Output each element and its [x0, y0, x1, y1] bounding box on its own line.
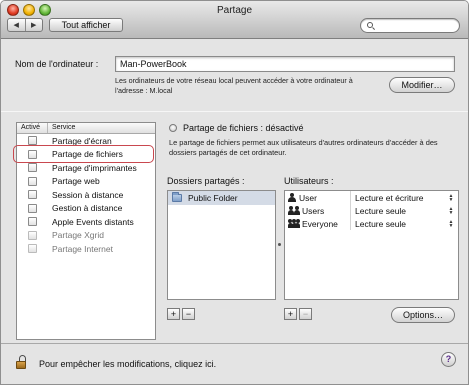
search-field[interactable]: [360, 18, 460, 33]
service-row-remote-apple-events[interactable]: Apple Events distants: [17, 215, 155, 229]
lock-message: Pour empêcher les modifications, cliquez…: [39, 359, 217, 369]
user-name: Everyone: [302, 218, 338, 229]
service-label: Gestion à distance: [52, 203, 123, 214]
help-button[interactable]: ?: [441, 352, 456, 367]
window-title: Partage: [216, 5, 253, 16]
add-folder-button[interactable]: +: [167, 308, 180, 320]
service-checkbox[interactable]: [28, 190, 37, 200]
computer-name-field[interactable]: Man-PowerBook: [115, 56, 455, 72]
service-row-printer-sharing[interactable]: Partage d'imprimantes: [17, 161, 155, 175]
lock-icon[interactable]: [16, 355, 27, 369]
splitter-handle[interactable]: [278, 243, 281, 246]
service-checkbox[interactable]: [28, 217, 37, 227]
search-icon: [367, 22, 373, 28]
permission-value[interactable]: Lecture seule: [351, 219, 447, 229]
service-status-title: Partage de fichiers : désactivé: [183, 123, 304, 133]
options-button[interactable]: Options…: [391, 307, 455, 323]
back-forward-buttons: ◀ ▶: [7, 18, 43, 32]
service-label: Partage Internet: [52, 243, 113, 254]
single-user-icon: [288, 193, 297, 202]
column-header-enabled[interactable]: Activé: [17, 123, 48, 133]
service-checkbox[interactable]: [28, 136, 37, 146]
column-header-service[interactable]: Service: [48, 123, 75, 133]
user-name-cell: Everyone: [285, 217, 351, 230]
service-row-remote-login[interactable]: Session à distance: [17, 188, 155, 202]
service-checkbox[interactable]: [28, 163, 37, 173]
user-row[interactable]: User Lecture et écriture ▲ ▼: [285, 191, 458, 204]
service-status-description: Le partage de fichiers permet aux utilis…: [169, 138, 438, 157]
permission-value[interactable]: Lecture et écriture: [351, 193, 447, 203]
permission-value[interactable]: Lecture seule: [351, 206, 447, 216]
user-row[interactable]: Users Lecture seule ▲ ▼: [285, 204, 458, 217]
remove-user-button[interactable]: −: [299, 308, 312, 320]
show-all-button[interactable]: Tout afficher: [49, 18, 123, 32]
user-name-cell: Users: [285, 204, 351, 217]
service-label: Partage d'imprimantes: [52, 162, 137, 173]
service-label: Partage Xgrid: [52, 230, 104, 241]
permission-stepper-icon[interactable]: ▲ ▼: [447, 206, 455, 215]
service-label: Partage web: [52, 176, 100, 187]
folder-name: Public Folder: [188, 193, 238, 203]
computer-name-label: Nom de l'ordinateur :: [15, 59, 99, 69]
permission-stepper-icon[interactable]: ▲ ▼: [447, 193, 455, 202]
user-name: User: [299, 192, 317, 203]
add-user-button[interactable]: +: [284, 308, 297, 320]
service-label: Session à distance: [52, 189, 124, 200]
remove-folder-button[interactable]: −: [182, 308, 195, 320]
service-label: Apple Events distants: [52, 216, 134, 227]
forward-arrow-icon[interactable]: ▶: [24, 19, 43, 31]
service-checkbox[interactable]: [28, 230, 37, 240]
title-bar: Partage ◀ ▶ Tout afficher: [1, 1, 468, 39]
user-name: Users: [302, 205, 325, 216]
service-row-xgrid-sharing[interactable]: Partage Xgrid: [17, 229, 155, 243]
status-indicator-icon: [169, 124, 177, 132]
user-name-cell: User: [285, 191, 351, 204]
selection-highlight: [13, 145, 154, 163]
modify-button[interactable]: Modifier…: [389, 77, 455, 93]
service-row-remote-management[interactable]: Gestion à distance: [17, 202, 155, 216]
computer-address-note: Les ordinateurs de votre réseau local pe…: [115, 76, 353, 95]
preferences-window: Partage ◀ ▶ Tout afficher Nom de l'ordin…: [0, 0, 469, 385]
folder-row[interactable]: Public Folder: [168, 191, 275, 205]
user-row[interactable]: Everyone Lecture seule ▲ ▼: [285, 217, 458, 230]
shared-folders-label: Dossiers partagés :: [167, 176, 245, 186]
service-row-web-sharing[interactable]: Partage web: [17, 175, 155, 189]
service-row-internet-sharing[interactable]: Partage Internet: [17, 242, 155, 256]
divider: [1, 111, 468, 112]
back-arrow-icon[interactable]: ◀: [8, 19, 25, 31]
services-table-header: Activé Service: [17, 123, 155, 134]
group-icon: [288, 206, 300, 215]
users-label: Utilisateurs :: [284, 176, 334, 186]
service-checkbox[interactable]: [28, 176, 37, 186]
everyone-icon: [288, 219, 300, 228]
service-checkbox[interactable]: [28, 203, 37, 213]
users-list: User Lecture et écriture ▲ ▼ Users Lectur…: [284, 190, 459, 300]
shared-folders-list: Public Folder: [167, 190, 276, 300]
permission-stepper-icon[interactable]: ▲ ▼: [447, 219, 455, 228]
folder-icon: [172, 192, 182, 202]
service-checkbox[interactable]: [28, 244, 37, 254]
